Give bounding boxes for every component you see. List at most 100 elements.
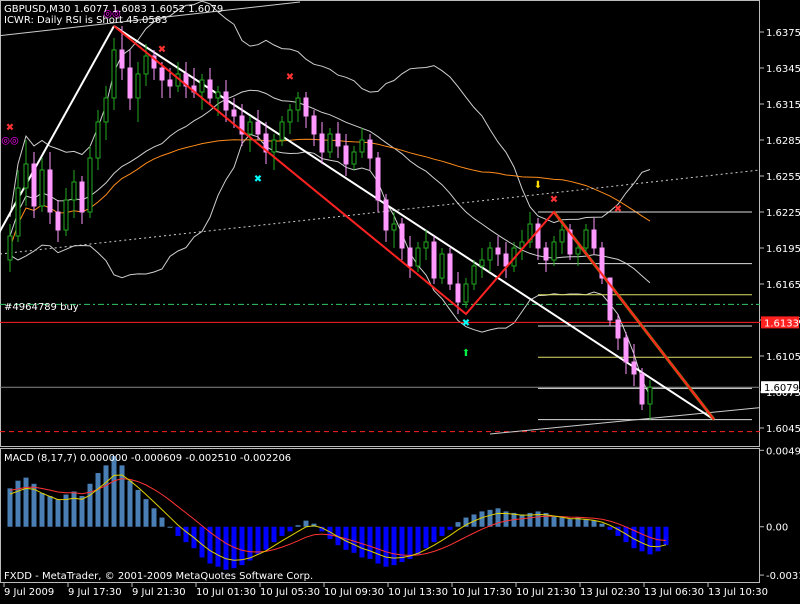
sell-cross-icon: ✖ — [6, 122, 14, 133]
macd-bar — [168, 527, 173, 528]
time-tick-label: 10 Jul 13:30 — [388, 587, 448, 598]
candle-body — [32, 164, 36, 206]
macd-bar — [376, 527, 381, 564]
candle-body — [296, 98, 300, 110]
macd-bar — [520, 514, 525, 526]
candle-body — [368, 140, 372, 158]
time-tick-label: 10 Jul 01:30 — [196, 587, 256, 598]
candle-body — [128, 68, 132, 98]
candle-body — [496, 248, 500, 254]
candle-body — [208, 80, 212, 98]
candle-body — [200, 80, 204, 92]
macd-bar — [224, 527, 229, 570]
macd-bar — [56, 499, 61, 527]
order-label: #4964789 buy — [4, 302, 79, 313]
candle-body — [48, 170, 52, 212]
candle-body — [392, 224, 396, 230]
candle-body — [576, 248, 580, 254]
candle-body — [640, 374, 644, 404]
macd-bar — [536, 511, 541, 526]
macd-bar — [128, 481, 133, 527]
candle-body — [88, 158, 92, 212]
macd-bar — [584, 519, 589, 527]
symbol-header: GBPUSD,M30 1.6077 1.6083 1.6052 1.6079 — [4, 4, 223, 15]
price-tick-label: 1.6165 — [766, 280, 800, 291]
macd-tick-label: 0.004977 — [766, 446, 800, 457]
candle-body — [248, 122, 252, 134]
time-tick-label: 10 Jul 09:30 — [324, 587, 384, 598]
macd-bar — [264, 527, 269, 550]
macd-bar — [184, 527, 189, 542]
macd-bar — [552, 516, 557, 527]
macd-bar — [416, 527, 421, 555]
candle-body — [384, 200, 388, 230]
candle-body — [632, 362, 636, 374]
candle-body — [432, 242, 436, 278]
macd-bar — [384, 527, 389, 567]
sell-cross-icon: ✖ — [550, 194, 558, 205]
price-tick-label: 1.6375 — [766, 28, 800, 39]
order-price-tag: 1.6133 — [764, 318, 799, 329]
candle-body — [24, 164, 28, 188]
macd-bar — [288, 527, 293, 532]
time-tick-label: 9 Jul 17:30 — [68, 587, 122, 598]
macd-bar — [16, 481, 21, 527]
macd-bar — [200, 527, 205, 558]
macd-bar — [592, 521, 597, 527]
candle-body — [480, 260, 484, 266]
price-tick-label: 1.6255 — [766, 172, 800, 183]
candle-body — [56, 212, 60, 230]
sell-cross-icon: ✖ — [158, 44, 166, 55]
candle-body — [472, 266, 476, 284]
time-tick-label: 13 Jul 06:30 — [644, 587, 704, 598]
macd-bar — [96, 473, 101, 527]
cyan-cross-icon: ✖ — [462, 318, 470, 329]
time-tick-label: 9 Jul 2009 — [4, 587, 54, 598]
candle-body — [424, 242, 428, 248]
time-tick-label: 10 Jul 21:30 — [516, 587, 576, 598]
cyan-cross-icon: ✖ — [254, 174, 262, 185]
macd-bar — [72, 491, 77, 526]
candle-body — [624, 338, 628, 362]
price-tick-label: 1.6315 — [766, 100, 800, 111]
macd-bar — [480, 511, 485, 526]
macd-bar — [280, 527, 285, 536]
macd-bar — [368, 527, 373, 559]
time-tick-label: 13 Jul 10:30 — [708, 587, 768, 598]
candle-body — [416, 248, 420, 266]
price-tick-label: 1.6045 — [766, 424, 800, 435]
candle-body — [144, 56, 148, 74]
candle-body — [216, 92, 220, 98]
candle-body — [344, 146, 348, 164]
candle-body — [224, 92, 228, 110]
macd-pane: 0.0049770.00-0.00315 — [8, 446, 800, 582]
macd-bar — [176, 527, 181, 536]
macd-bar — [160, 518, 165, 527]
candle-body — [400, 224, 404, 248]
price-tick-label: 1.6105 — [766, 352, 800, 363]
candle-body — [592, 230, 596, 248]
sell-cross-icon: ✖ — [614, 204, 622, 215]
current-price-tag: 1.6079 — [764, 383, 799, 394]
candle-body — [40, 170, 44, 206]
price-tick-label: 1.6285 — [766, 136, 800, 147]
sell-cross-icon: ✖ — [286, 72, 294, 83]
macd-bar — [152, 508, 157, 526]
macd-bar — [568, 519, 573, 527]
candle-body — [488, 248, 492, 260]
candle-body — [64, 200, 68, 230]
macd-bar — [424, 527, 429, 548]
macd-bar — [104, 465, 109, 526]
macd-tick-label: -0.00315 — [766, 571, 800, 582]
candle-body — [72, 182, 76, 200]
time-tick-label: 10 Jul 05:30 — [260, 587, 320, 598]
candles[interactable] — [8, 26, 652, 420]
candle-body — [168, 80, 172, 86]
candle-body — [160, 68, 164, 80]
macd-bar — [144, 499, 149, 527]
macd-bar — [136, 490, 141, 527]
candle-body — [448, 254, 452, 284]
candle-body — [560, 230, 564, 242]
candle-body — [96, 122, 100, 158]
candle-body — [256, 122, 260, 134]
